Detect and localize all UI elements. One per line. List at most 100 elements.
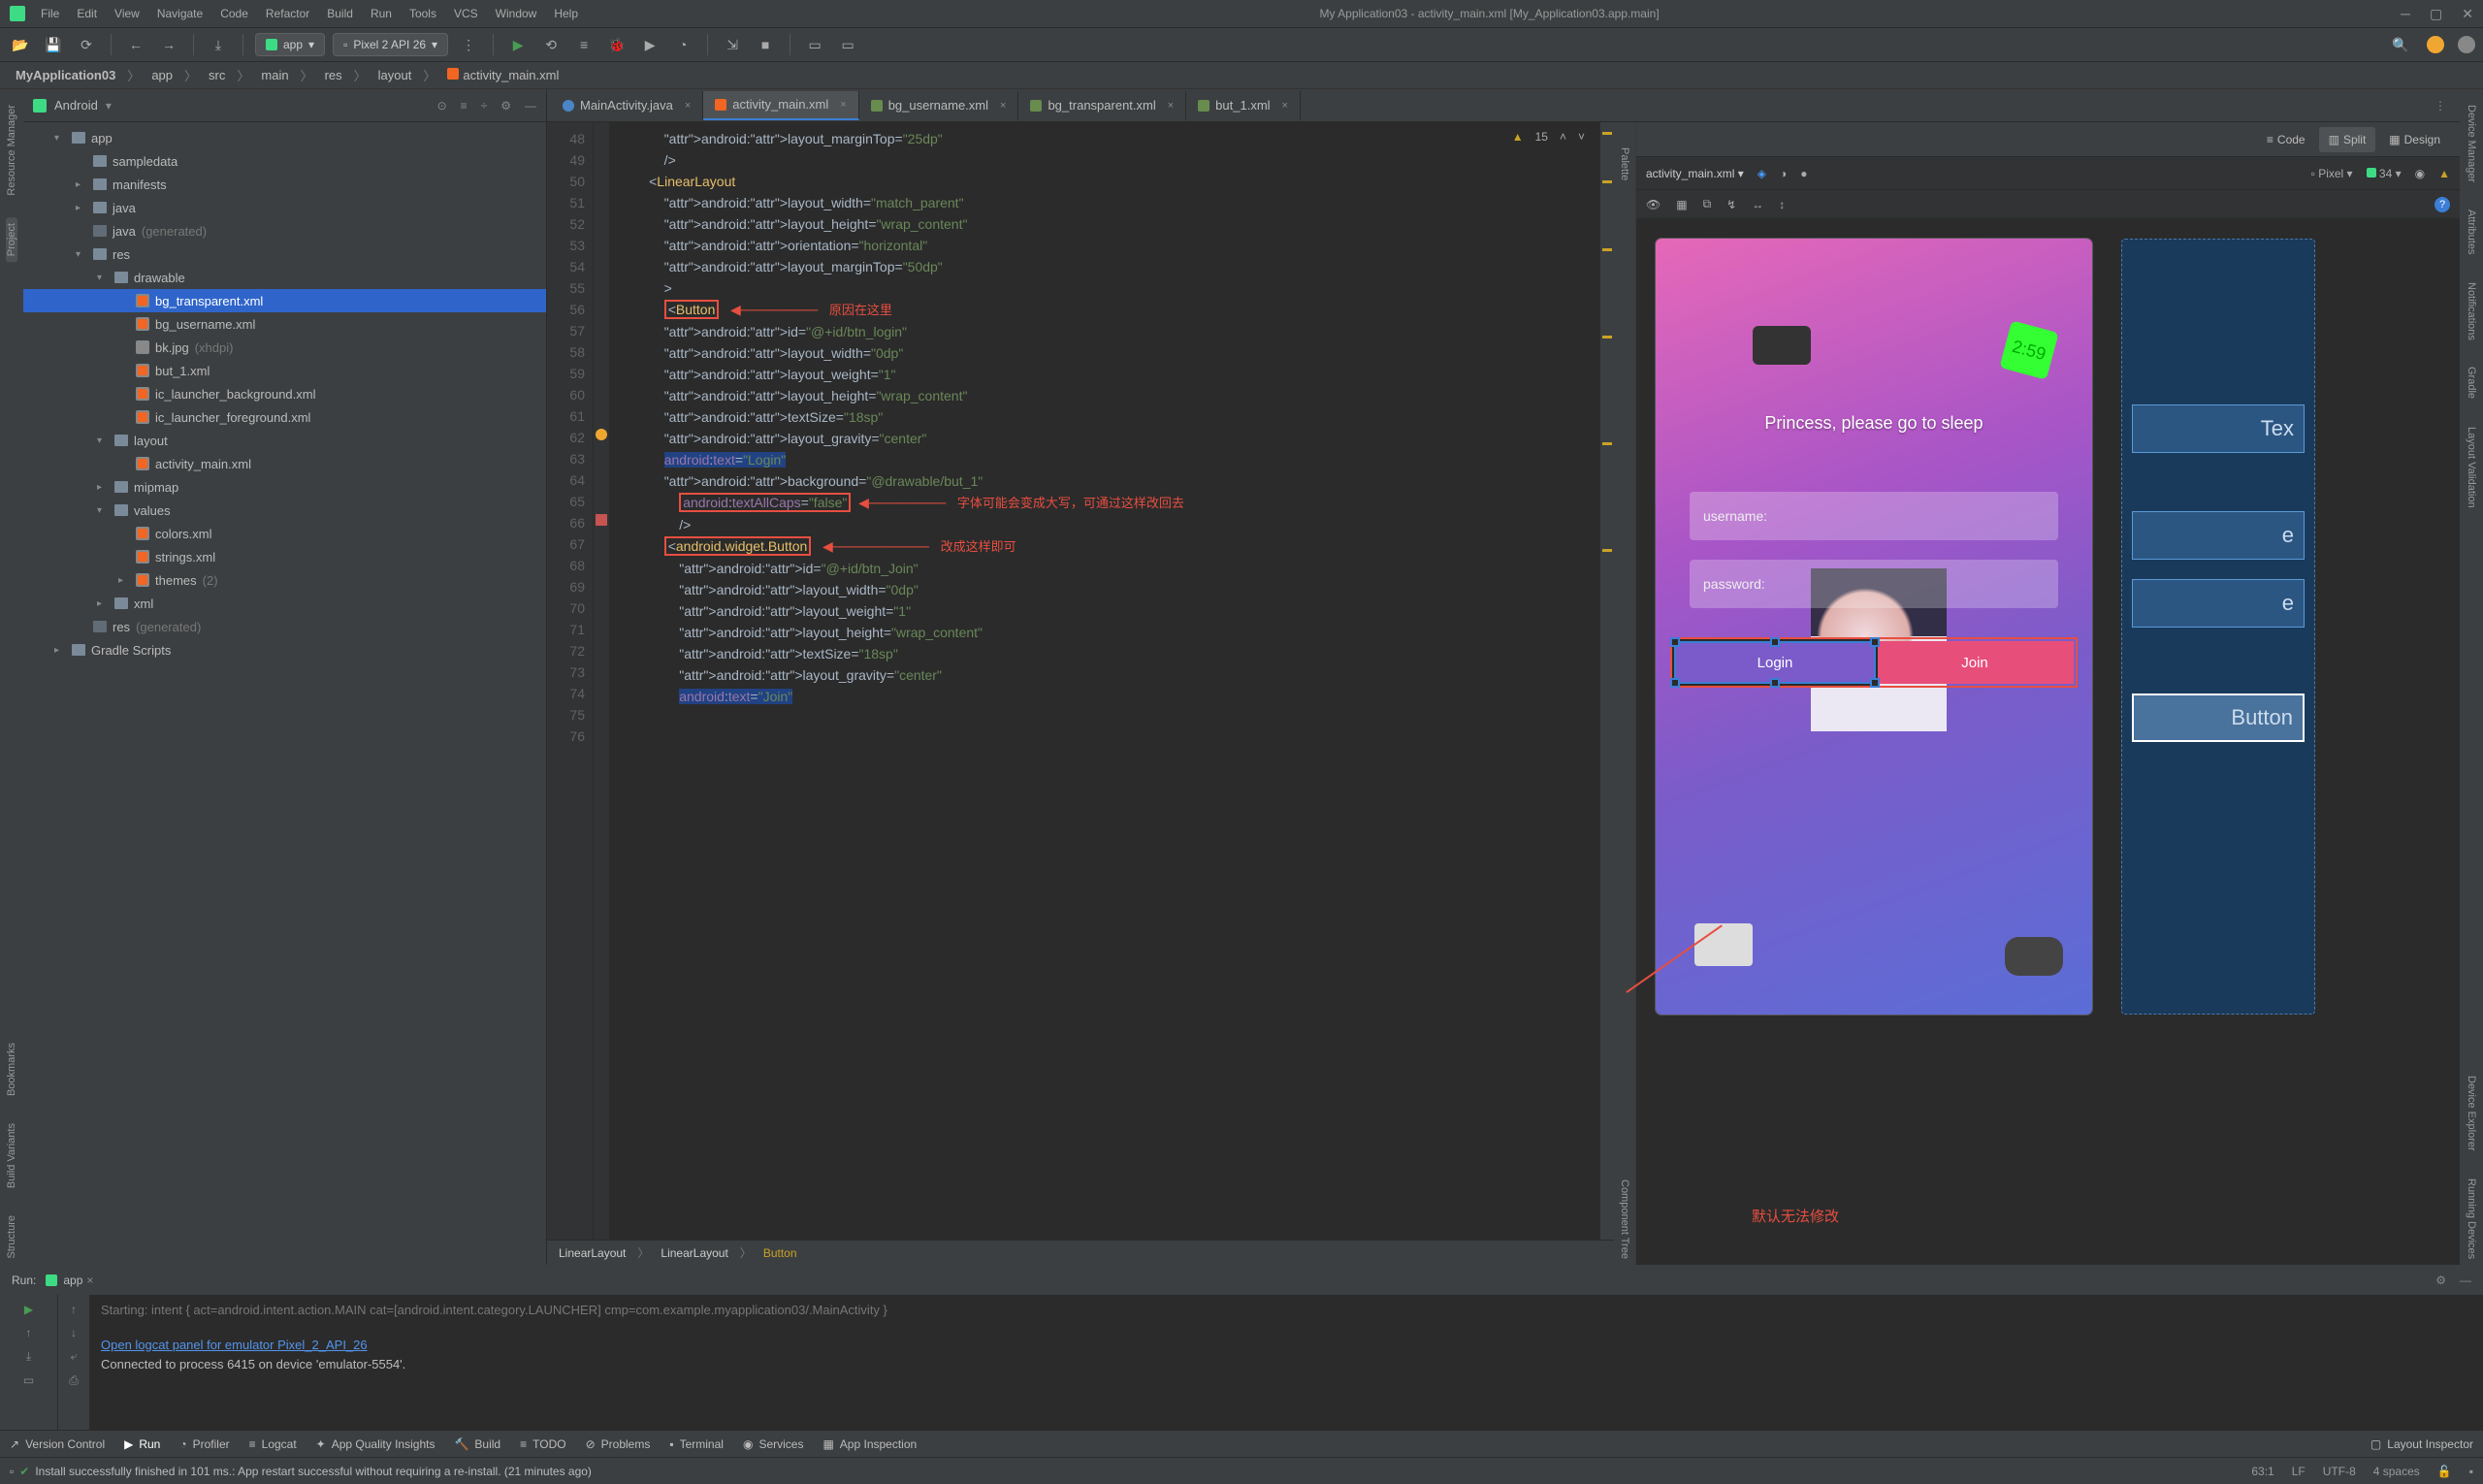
preview-password-field[interactable]: password:	[1690, 560, 2058, 608]
sdk-icon[interactable]: ▭	[835, 32, 860, 57]
stop-icon[interactable]: ■	[753, 32, 778, 57]
tool-app-quality[interactable]: ✦ App Quality Insights	[316, 1437, 435, 1451]
avd-icon[interactable]: ▭	[802, 32, 827, 57]
attach-icon[interactable]: ⤓	[26, 1349, 31, 1364]
tree-node-xml[interactable]: ▸xml	[23, 592, 546, 615]
tree-node-values[interactable]: ▾values	[23, 499, 546, 522]
intention-bulb-icon[interactable]	[596, 429, 607, 440]
api-selector[interactable]: 34 ▾	[2367, 167, 2402, 180]
tree-node-colors-xml[interactable]: colors.xml	[23, 522, 546, 545]
tree-node-strings-xml[interactable]: strings.xml	[23, 545, 546, 568]
close-icon[interactable]: ✕	[2462, 6, 2473, 22]
tree-node-ic_launcher_background-xml[interactable]: ic_launcher_background.xml	[23, 382, 546, 405]
help-icon[interactable]: ?	[2435, 197, 2450, 212]
readonly-icon[interactable]: 🔓	[2437, 1465, 2452, 1478]
project-tree[interactable]: ▾appsampledata▸manifests▸javajava (gener…	[23, 122, 546, 1265]
profile-icon[interactable]: ◔	[670, 32, 695, 57]
logcat-link[interactable]: Open logcat panel for emulator Pixel_2_A…	[101, 1338, 368, 1352]
device-selector[interactable]: ▫Pixel 2 API 26▾	[333, 33, 448, 56]
night-mode-icon[interactable]: ●	[1800, 167, 1807, 180]
close-tab-icon[interactable]: ×	[1168, 100, 1174, 112]
line-separator[interactable]: LF	[2292, 1465, 2306, 1478]
close-tab-icon[interactable]: ×	[1282, 100, 1288, 112]
hide-icon[interactable]: —	[525, 99, 536, 113]
tool-structure[interactable]: Structure	[6, 1210, 17, 1265]
tool-layout-validation[interactable]: Layout Validation	[2466, 421, 2477, 514]
select-opened-icon[interactable]: ⊙	[437, 99, 447, 113]
preview-login-button[interactable]: Login	[1674, 641, 1876, 684]
tool-component-tree[interactable]: Component Tree	[1619, 1174, 1630, 1265]
account-icon[interactable]	[2458, 36, 2475, 53]
orientation-icon[interactable]: ◑	[1780, 167, 1787, 180]
tree-node-java[interactable]: java (generated)	[23, 219, 546, 242]
debug-run-icon[interactable]: ≡	[571, 32, 597, 57]
blueprint-frame[interactable]: Tex e e Button	[2121, 239, 2315, 1015]
view-design-button[interactable]: ▦ Design	[2379, 127, 2450, 152]
down-icon[interactable]: ↓	[71, 1326, 77, 1339]
tool-problems[interactable]: ⊘ Problems	[586, 1437, 651, 1451]
tool-resource-manager[interactable]: Resource Manager	[6, 99, 17, 202]
indent[interactable]: 4 spaces	[2373, 1465, 2420, 1478]
tool-notifications[interactable]: Notifications	[2466, 276, 2477, 346]
breakpoint-icon[interactable]	[596, 514, 607, 526]
editor-tab-bg_username-xml[interactable]: bg_username.xml×	[859, 91, 1019, 120]
dim-icon[interactable]: ↔	[1752, 198, 1763, 211]
tree-node-bg_username-xml[interactable]: bg_username.xml	[23, 312, 546, 336]
collapse-icon[interactable]: ÷	[481, 99, 488, 113]
tree-node-layout[interactable]: ▾layout	[23, 429, 546, 452]
tree-node-sampledata[interactable]: sampledata	[23, 149, 546, 173]
tree-node-manifests[interactable]: ▸manifests	[23, 173, 546, 196]
up-icon[interactable]: ↑	[71, 1303, 77, 1316]
forward-icon[interactable]: →	[156, 32, 181, 57]
coverage-icon[interactable]: ▶	[637, 32, 662, 57]
debug-icon[interactable]: 🐞	[604, 32, 629, 57]
grid-icon[interactable]: ▦	[1676, 198, 1687, 211]
encoding[interactable]: UTF-8	[2323, 1465, 2356, 1478]
project-view-selector[interactable]: Android	[54, 98, 98, 113]
apply-changes-icon[interactable]: ⟲	[538, 32, 564, 57]
tabs-more-icon[interactable]: ⋮	[2425, 99, 2456, 113]
code-text[interactable]: "attr">android:"attr">layout_marginTop="…	[609, 122, 1600, 1240]
updates-icon[interactable]	[2427, 36, 2444, 53]
make-icon[interactable]: ⤓	[206, 32, 231, 57]
preview-file[interactable]: activity_main.xml ▾	[1646, 167, 1744, 180]
tool-app-inspection[interactable]: ▦ App Inspection	[822, 1437, 917, 1451]
view-split-button[interactable]: ▥ Split	[2319, 127, 2376, 152]
layout-icon[interactable]: ▭	[23, 1373, 34, 1387]
minimize-icon[interactable]: ─	[2401, 6, 2410, 22]
blueprint-edittext[interactable]: e	[2132, 579, 2305, 628]
tree-node-app[interactable]: ▾app	[23, 126, 546, 149]
stop-icon[interactable]: ↑	[26, 1326, 32, 1339]
memory-icon[interactable]: ▪	[2469, 1465, 2473, 1478]
menu-file[interactable]: File	[41, 7, 59, 20]
tree-node-but_1-xml[interactable]: but_1.xml	[23, 359, 546, 382]
run-button-icon[interactable]: ▶	[505, 32, 531, 57]
tool-build[interactable]: 🔨 Build	[454, 1437, 500, 1451]
tree-node-res[interactable]: ▾res	[23, 242, 546, 266]
pan-icon[interactable]: ↕	[1779, 198, 1785, 211]
tool-todo[interactable]: ≡ TODO	[520, 1437, 565, 1451]
tool-palette[interactable]: Palette	[1619, 142, 1630, 186]
tool-device-manager[interactable]: Device Manager	[2466, 99, 2477, 188]
editor-tab-bg_transparent-xml[interactable]: bg_transparent.xml×	[1018, 91, 1186, 120]
issues-icon[interactable]: ▲	[2438, 167, 2450, 180]
error-stripe[interactable]	[1600, 122, 1614, 1240]
hide-icon[interactable]: —	[2460, 1274, 2471, 1287]
caret-position[interactable]: 63:1	[2251, 1465, 2273, 1478]
path-item[interactable]: LinearLayout	[559, 1246, 626, 1260]
main-menu[interactable]: File Edit View Navigate Code Refactor Bu…	[41, 7, 578, 20]
tool-profiler[interactable]: ◔ Profiler	[179, 1437, 229, 1451]
tool-layout-inspector[interactable]: ▢ Layout Inspector	[2370, 1437, 2473, 1451]
editor-tab-MainActivity-java[interactable]: MainActivity.java×	[551, 91, 703, 120]
inspection-widget[interactable]: ▲ 15 ˄ ˅	[1506, 128, 1591, 145]
sync-icon[interactable]: ⟳	[74, 32, 99, 57]
close-tab-icon[interactable]: ×	[840, 99, 846, 111]
tree-node-drawable[interactable]: ▾drawable	[23, 266, 546, 289]
open-icon[interactable]: 📂	[8, 32, 33, 57]
editor-tab-but_1-xml[interactable]: but_1.xml×	[1186, 91, 1301, 120]
tree-node-bg_transparent-xml[interactable]: bg_transparent.xml	[23, 289, 546, 312]
breadcrumb-item[interactable]: res	[319, 66, 348, 84]
menu-refactor[interactable]: Refactor	[266, 7, 309, 20]
tool-run[interactable]: ▶ Run	[124, 1437, 160, 1451]
menu-navigate[interactable]: Navigate	[157, 7, 203, 20]
